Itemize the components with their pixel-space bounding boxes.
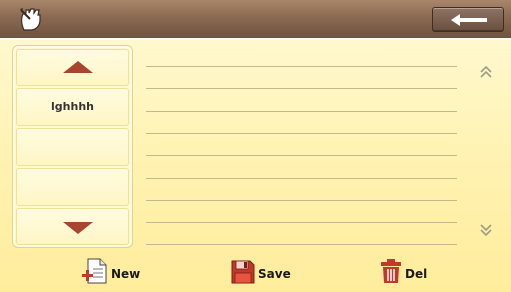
floppy-disk-icon — [231, 260, 255, 284]
delete-button-label: Del — [405, 267, 428, 281]
note-list: lghhhh — [12, 45, 133, 248]
list-scroll-down-button[interactable] — [16, 208, 129, 245]
save-button[interactable]: Save — [231, 256, 291, 286]
new-button-label: New — [111, 267, 141, 281]
ruled-line — [146, 200, 457, 201]
ruled-line — [146, 88, 457, 89]
ruled-line — [146, 155, 457, 156]
note-text-area[interactable] — [146, 46, 457, 246]
delete-button[interactable]: Del — [380, 256, 427, 286]
double-chevron-down-icon[interactable] — [478, 222, 494, 238]
save-button-label: Save — [258, 267, 291, 281]
notepad-screen: lghhhh New Save Del — [0, 0, 511, 292]
double-chevron-up-icon[interactable] — [478, 64, 494, 80]
bottom-toolbar: New Save Del — [0, 252, 511, 292]
new-button[interactable]: New — [82, 256, 140, 286]
ruled-line — [146, 244, 457, 245]
trash-can-icon — [381, 259, 401, 283]
list-item[interactable] — [16, 128, 129, 166]
hand-pen-icon — [18, 6, 46, 32]
ruled-line — [146, 222, 457, 223]
new-document-icon — [82, 258, 107, 284]
back-arrow-icon — [451, 14, 487, 26]
ruled-line — [146, 111, 457, 112]
title-bar — [0, 0, 511, 40]
ruled-line — [146, 133, 457, 134]
triangle-up-icon — [63, 61, 93, 73]
list-item-label: lghhhh — [51, 100, 94, 113]
list-item[interactable] — [16, 168, 129, 206]
back-button[interactable] — [432, 7, 504, 32]
ruled-line — [146, 178, 457, 179]
list-item[interactable]: lghhhh — [16, 88, 129, 126]
list-scroll-up-button[interactable] — [16, 49, 129, 86]
ruled-line — [146, 66, 457, 67]
triangle-down-icon — [63, 222, 93, 234]
